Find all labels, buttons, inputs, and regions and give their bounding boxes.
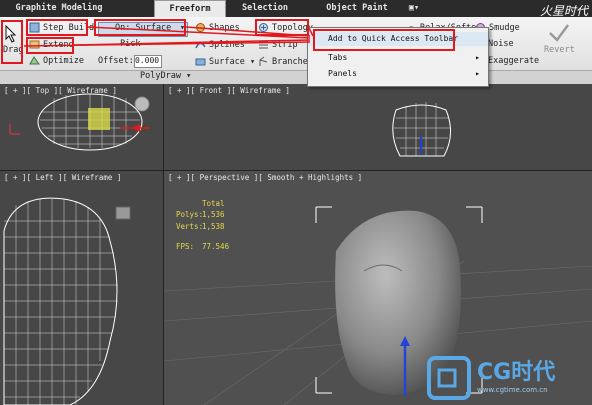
optimize-icon <box>29 55 40 66</box>
annotation-box-drag <box>1 20 23 64</box>
viewport-top[interactable]: [ + ][ Top ][ Wireframe ] <box>0 84 163 170</box>
annotation-box-step-build <box>26 19 88 36</box>
branches-icon <box>258 56 269 67</box>
tab-graphite-modeling-tools[interactable]: Graphite Modeling Tools <box>4 0 114 30</box>
cg-time-logo: CG时代 www.cgtime.com.cn <box>425 352 590 402</box>
cg-logo-url: www.cgtime.com.cn <box>477 386 548 394</box>
tab-selection[interactable]: Selection <box>232 0 298 17</box>
submenu-arrow-icon: ▸ <box>475 53 480 62</box>
optimize-label: Optimize <box>43 56 84 66</box>
surface-icon <box>195 56 206 67</box>
annotation-box-add-to-quick-access <box>313 29 455 51</box>
viewport-divider-horizontal[interactable] <box>0 170 592 171</box>
splines-label: Splines <box>209 40 245 50</box>
strip-button[interactable]: Strip <box>258 39 298 50</box>
offset-label: Offset: <box>98 56 134 66</box>
revert-button[interactable]: Revert <box>544 45 575 55</box>
ribbon-options-dropdown[interactable]: ▣▾ <box>404 0 424 17</box>
annotation-box-topology <box>255 19 309 36</box>
surface-label: Surface <box>209 57 245 67</box>
viewport-divider-vertical[interactable] <box>163 84 164 405</box>
wireframe-head-left <box>3 197 131 405</box>
chevron-down-icon: ▾ <box>186 71 192 81</box>
viewport-left[interactable]: [ + ][ Left ][ Wireframe ] <box>0 171 163 405</box>
exaggerate-button[interactable]: Exaggerate <box>488 56 539 66</box>
cg-logo-text: CG时代 <box>477 360 556 385</box>
menu-item-label: Tabs <box>328 53 348 62</box>
shapes-label: Shapes <box>209 23 240 33</box>
annotation-box-on-surface <box>94 19 186 36</box>
wireframe-head-front <box>392 102 451 157</box>
shapes-icon <box>195 22 206 33</box>
noise-button[interactable]: Noise <box>488 39 514 49</box>
submenu-arrow-icon: ▸ <box>475 69 480 78</box>
optimize-button[interactable]: Optimize <box>29 55 84 66</box>
polydraw-panel-title[interactable]: PolyDraw ▾ <box>140 71 191 81</box>
strip-label: Strip <box>272 40 298 50</box>
panel-title-bar <box>0 70 592 84</box>
splines-icon <box>195 39 206 50</box>
tab-object-paint[interactable]: Object Paint <box>312 0 402 17</box>
viewport-front[interactable]: [ + ][ Front ][ Wireframe ] <box>164 84 592 170</box>
cg-logo-icon <box>427 356 471 400</box>
splines-button[interactable]: Splines <box>195 39 245 50</box>
branches-button[interactable]: Branches <box>258 56 313 67</box>
offset-input[interactable]: 0.000 <box>134 55 162 68</box>
menu-item-label: Panels <box>328 69 357 78</box>
chevron-down-icon: ▾ <box>244 57 256 67</box>
pick-button[interactable]: Pick <box>120 39 140 49</box>
tab-freeform[interactable]: Freeform <box>154 0 226 17</box>
smudge-label: Smudge <box>489 23 520 33</box>
shapes-button[interactable]: Shapes <box>195 22 240 33</box>
menu-item-panels[interactable]: Panels ▸ <box>308 67 488 81</box>
ribbon-tab-bar: Graphite Modeling Tools Freeform Selecti… <box>0 0 592 30</box>
polydraw-label: PolyDraw <box>140 71 181 81</box>
menu-item-tabs[interactable]: Tabs ▸ <box>308 51 488 65</box>
strip-icon <box>258 39 269 50</box>
wireframe-head-top <box>9 93 150 151</box>
annotation-box-extend <box>26 37 74 54</box>
surface-button[interactable]: Surface ▾ <box>195 56 255 67</box>
revert-icon <box>546 21 572 43</box>
